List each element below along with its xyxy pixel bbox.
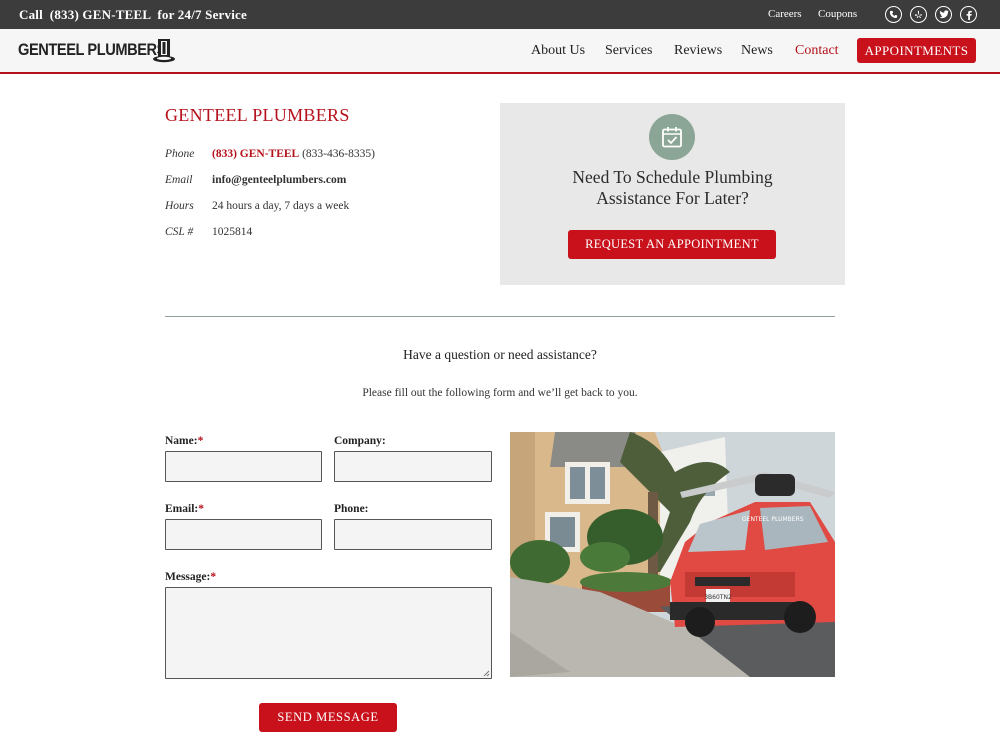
email-link[interactable]: info@genteelplumbers.com: [212, 174, 346, 186]
phone-field[interactable]: [334, 519, 492, 550]
call-banner[interactable]: Call (833) GEN-TEEL for 24/7 Service: [19, 7, 247, 23]
schedule-panel: Need To Schedule Plumbing Assistance For…: [500, 103, 845, 285]
send-message-button[interactable]: SEND MESSAGE: [259, 703, 397, 732]
csl-label: CSL #: [165, 226, 194, 238]
schedule-title-line2: Assistance For Later?: [596, 188, 749, 208]
careers-link[interactable]: Careers: [768, 8, 802, 20]
schedule-title-line1: Need To Schedule Plumbing: [572, 167, 773, 187]
message-textarea[interactable]: [165, 587, 492, 679]
calendar-check-icon: [649, 114, 695, 160]
required-marker: *: [198, 503, 204, 515]
phone-link[interactable]: (833) GEN-TEEL: [212, 148, 299, 160]
license-plate: 3B60TN2: [704, 594, 732, 601]
phone-icon[interactable]: [885, 6, 902, 23]
required-marker: *: [210, 571, 217, 583]
nav-reviews[interactable]: Reviews: [674, 43, 722, 59]
van-photo: 3B60TN2 GENTEEL PLUMBERS: [510, 432, 835, 677]
phone-field-label: Phone:: [334, 503, 369, 515]
appointments-button[interactable]: APPOINTMENTS: [857, 38, 976, 63]
phone-label: Phone: [165, 148, 195, 160]
resize-handle-icon[interactable]: [483, 670, 490, 677]
yelp-icon[interactable]: [910, 6, 927, 23]
nav-about-us[interactable]: About Us: [531, 43, 585, 59]
csl-value: 1025814: [212, 226, 253, 238]
company-label: Company:: [334, 435, 386, 447]
top-hat-logo-icon[interactable]: [152, 38, 176, 64]
van-lettering: GENTEEL PLUMBERS: [742, 516, 804, 523]
top-bar: Call (833) GEN-TEEL for 24/7 Service Car…: [0, 0, 1000, 29]
required-marker: *: [197, 435, 204, 447]
site-logo[interactable]: GENTEEL PLUMBERS.: [18, 40, 170, 60]
form-instructions: Please fill out the following form and w…: [362, 387, 638, 399]
name-label: Name:*: [165, 435, 204, 447]
nav-contact[interactable]: Contact: [795, 43, 839, 59]
nav-news[interactable]: News: [741, 43, 773, 59]
phone-value: (833) GEN-TEEL (833-436-8335): [212, 148, 375, 160]
company-name: GENTEEL PLUMBERS: [165, 105, 350, 125]
email-field-label: Email:*: [165, 503, 204, 515]
coupons-link[interactable]: Coupons: [818, 8, 857, 20]
company-field[interactable]: [334, 451, 492, 482]
main-nav: GENTEEL PLUMBERS. About Us Services Revi…: [0, 29, 1000, 74]
message-label: Message:*: [165, 571, 217, 583]
nav-services[interactable]: Services: [605, 43, 652, 59]
request-appointment-button[interactable]: REQUEST AN APPOINTMENT: [568, 230, 776, 259]
form-heading: Have a question or need assistance?: [403, 347, 597, 362]
hours-label: Hours: [165, 200, 194, 212]
email-field[interactable]: [165, 519, 322, 550]
email-label: Email: [165, 174, 193, 186]
schedule-title: Need To Schedule Plumbing Assistance For…: [500, 167, 845, 209]
facebook-icon[interactable]: [960, 6, 977, 23]
phone-digits: (833-436-8335): [302, 148, 375, 160]
twitter-icon[interactable]: [935, 6, 952, 23]
hours-value: 24 hours a day, 7 days a week: [212, 200, 350, 212]
name-field[interactable]: [165, 451, 322, 482]
section-divider: [165, 316, 835, 317]
